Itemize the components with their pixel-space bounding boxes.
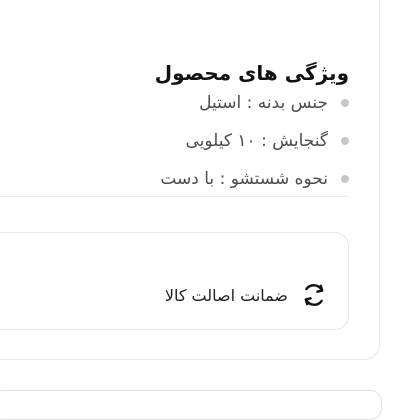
feature-item-body-material: جنس بدنه : استیل: [69, 84, 349, 122]
feature-text: جنس بدنه : استیل: [199, 93, 328, 113]
bullet-icon: [341, 137, 349, 145]
guarantee-label: ضمانت اصالت کالا: [164, 285, 288, 305]
feature-item-washing-method: نحوه شستشو : با دست: [69, 160, 349, 198]
guarantee-row: ضمانت اصالت کالا: [165, 281, 328, 309]
guarantee-card: ضمانت اصالت کالا: [0, 232, 349, 330]
feature-item-capacity: گنجایش : ۱۰ کیلویی: [69, 122, 349, 160]
refresh-icon: [304, 284, 324, 306]
feature-text: گنجایش : ۱۰ کیلویی: [185, 131, 328, 151]
features-title: ویژگی های محصول: [154, 60, 349, 85]
features-list: جنس بدنه : استیل گنجایش : ۱۰ کیلویی نحوه…: [69, 84, 349, 198]
feature-text: نحوه شستشو : با دست: [160, 169, 328, 189]
bullet-icon: [341, 175, 349, 183]
bullet-icon: [341, 99, 349, 107]
next-card-edge: [0, 390, 382, 420]
features-divider: [0, 196, 349, 197]
